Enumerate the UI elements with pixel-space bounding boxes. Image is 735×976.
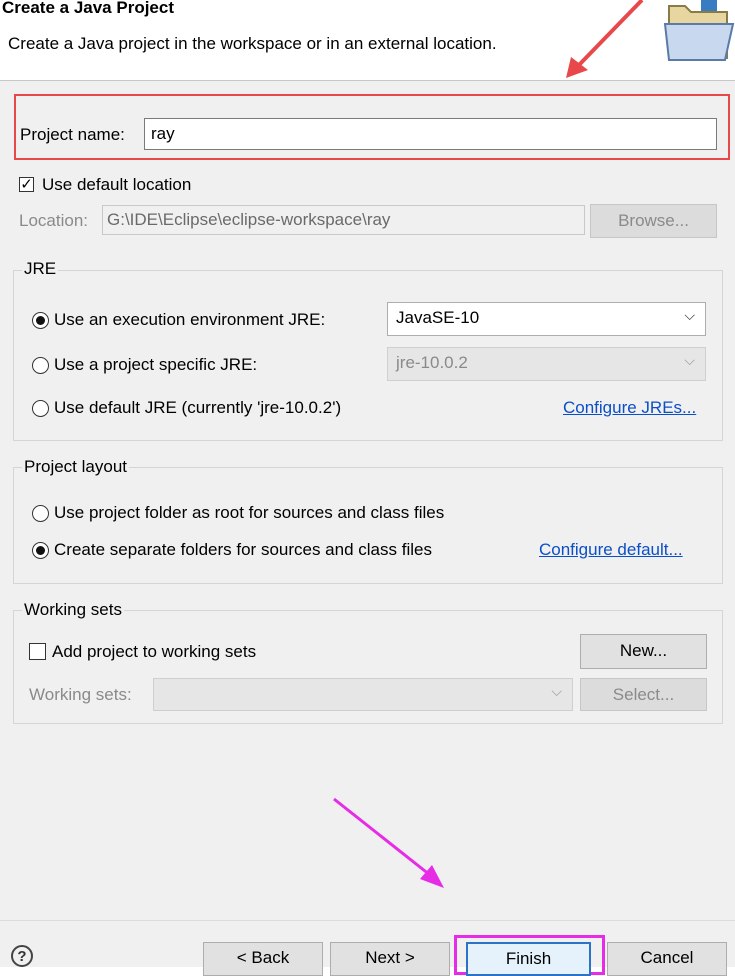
finish-button[interactable]: Finish — [466, 942, 591, 976]
jre-specific-radio[interactable] — [32, 357, 49, 374]
location-input[interactable]: G:\IDE\Eclipse\eclipse-workspace\ray — [102, 205, 585, 235]
new-working-set-button[interactable]: New... — [580, 634, 707, 669]
red-arrow-annotation — [566, 0, 644, 78]
layout-separate-label: Create separate folders for sources and … — [54, 540, 432, 559]
jre-specific-label: Use a project specific JRE: — [54, 355, 258, 374]
layout-root-radio[interactable] — [32, 505, 49, 522]
jre-default-label: Use default JRE (currently 'jre-10.0.2') — [54, 398, 342, 417]
wizard-description: Create a Java project in the workspace o… — [8, 34, 497, 53]
add-working-sets-label: Add project to working sets — [52, 642, 257, 661]
folder-icon — [663, 0, 735, 61]
default-location-label: Use default location — [42, 175, 192, 194]
magenta-arrow-annotation — [333, 797, 444, 888]
project-layout-title: Project layout — [22, 457, 129, 477]
add-working-sets-checkbox[interactable] — [29, 643, 46, 660]
jre-env-radio[interactable] — [32, 312, 49, 329]
wizard-title: Create a Java Project — [2, 0, 174, 17]
layout-root-label: Use project folder as root for sources a… — [54, 503, 445, 522]
jre-specific-combo[interactable]: jre-10.0.2 ⌵ — [387, 347, 706, 381]
cancel-button[interactable]: Cancel — [607, 942, 727, 976]
jre-env-label: Use an execution environment JRE: — [54, 310, 326, 329]
jre-default-radio[interactable] — [32, 400, 49, 417]
location-label: Location: — [19, 211, 88, 230]
project-name-input[interactable]: ray — [144, 118, 717, 150]
jre-env-combo[interactable]: JavaSE-10 ⌵ — [387, 302, 706, 336]
chevron-down-icon: ⌵ — [551, 683, 562, 699]
check-icon: ✓ — [20, 176, 33, 193]
configure-jres-link[interactable]: Configure JREs... — [563, 398, 696, 418]
chevron-down-icon: ⌵ — [684, 352, 695, 368]
layout-separate-radio[interactable] — [32, 542, 49, 559]
working-sets-title: Working sets — [22, 600, 124, 620]
working-sets-label: Working sets: — [29, 685, 132, 704]
jre-specific-value: jre-10.0.2 — [396, 353, 468, 372]
next-button[interactable]: Next > — [330, 942, 450, 976]
browse-button[interactable]: Browse... — [590, 204, 717, 238]
help-icon[interactable]: ? — [11, 945, 33, 967]
default-location-checkbox[interactable]: ✓ — [19, 177, 34, 192]
jre-env-value: JavaSE-10 — [396, 308, 480, 327]
chevron-down-icon: ⌵ — [684, 307, 695, 323]
configure-default-link[interactable]: Configure default... — [539, 540, 683, 560]
jre-group-title: JRE — [22, 259, 59, 279]
project-name-label: Project name: — [20, 125, 125, 144]
select-working-sets-button[interactable]: Select... — [580, 678, 707, 711]
project-layout-group — [13, 467, 723, 584]
footer-separator — [0, 920, 735, 921]
working-sets-combo[interactable]: ⌵ — [153, 678, 573, 711]
back-button[interactable]: < Back — [203, 942, 323, 976]
